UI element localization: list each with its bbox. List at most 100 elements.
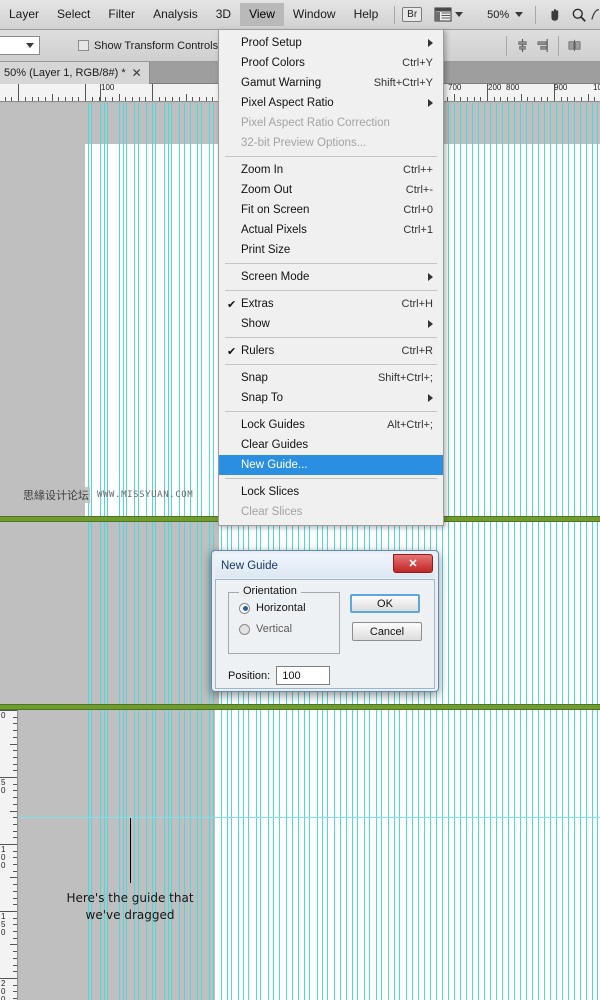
vertical-guide[interactable] — [184, 710, 185, 1000]
vertical-guide[interactable] — [490, 710, 491, 1000]
vertical-guide[interactable] — [466, 710, 467, 1000]
vertical-guide[interactable] — [484, 103, 485, 517]
vertical-guide[interactable] — [454, 103, 455, 517]
vertical-guide[interactable] — [91, 710, 92, 1000]
vertical-guide[interactable] — [562, 522, 563, 704]
vertical-guide[interactable] — [155, 522, 156, 704]
menu-item-proof-setup[interactable]: Proof Setup — [219, 33, 443, 53]
vertical-guide[interactable] — [227, 710, 228, 1000]
vertical-guide[interactable] — [197, 710, 198, 1000]
vertical-guide[interactable] — [478, 103, 479, 517]
vertical-guide[interactable] — [418, 710, 419, 1000]
hand-icon[interactable] — [547, 6, 563, 24]
vertical-guide[interactable] — [562, 710, 563, 1000]
vertical-guide[interactable] — [532, 103, 533, 517]
vertical-guide[interactable] — [152, 103, 153, 517]
vertical-guide[interactable] — [484, 710, 485, 1000]
vertical-guide[interactable] — [430, 710, 431, 1000]
menu-filter[interactable]: Filter — [99, 3, 144, 26]
radio-horizontal-input[interactable] — [239, 602, 250, 614]
vertical-guide[interactable] — [88, 103, 89, 517]
vertical-guide[interactable] — [568, 103, 569, 517]
vertical-guide[interactable] — [88, 710, 89, 1000]
vertical-guide[interactable] — [592, 103, 593, 517]
vertical-guide[interactable] — [550, 710, 551, 1000]
document-tab[interactable]: 50% (Layer 1, RGB/8#) * ✕ — [0, 62, 150, 84]
menu-item-gamut-warning[interactable]: Gamut Warning Shift+Ctrl+Y — [219, 73, 443, 93]
vertical-guide[interactable] — [556, 103, 557, 517]
menu-item-snap[interactable]: Snap Shift+Ctrl+; — [219, 368, 443, 388]
vertical-guide[interactable] — [209, 522, 210, 704]
chevron-down-icon[interactable] — [455, 12, 464, 17]
vertical-guide[interactable] — [221, 710, 222, 1000]
distribute-horizontal-icon[interactable] — [567, 38, 582, 53]
vertical-guide[interactable] — [119, 103, 120, 517]
vertical-guide[interactable] — [104, 103, 105, 517]
vertical-guide[interactable] — [478, 710, 479, 1000]
vertical-guide[interactable] — [364, 710, 365, 1000]
vertical-guide[interactable] — [334, 710, 335, 1000]
vertical-guide[interactable] — [580, 103, 581, 517]
menu-item-clear-guides[interactable]: Clear Guides — [219, 435, 443, 455]
menu-item-fit-on-screen[interactable]: Fit on Screen Ctrl+0 — [219, 200, 443, 220]
menu-item-zoom-out[interactable]: Zoom Out Ctrl+- — [219, 180, 443, 200]
menu-item-print-size[interactable]: Print Size — [219, 240, 443, 260]
vertical-guide[interactable] — [179, 522, 180, 704]
vertical-guide[interactable] — [100, 103, 101, 517]
vertical-guide[interactable] — [268, 710, 269, 1000]
vertical-guide[interactable] — [496, 522, 497, 704]
canvas-stage-lower[interactable]: Here's the guide that we've dragged — [19, 710, 600, 1000]
vertical-guide[interactable] — [406, 710, 407, 1000]
vertical-guide[interactable] — [538, 103, 539, 517]
menu-layer[interactable]: Layer — [0, 3, 48, 26]
vertical-guide[interactable] — [164, 710, 165, 1000]
vertical-guide[interactable] — [357, 710, 358, 1000]
vertical-guide[interactable] — [126, 710, 127, 1000]
bridge-icon[interactable]: Br — [402, 7, 423, 22]
vertical-guide[interactable] — [201, 522, 202, 704]
vertical-guide[interactable] — [490, 522, 491, 704]
vertical-guide[interactable] — [442, 522, 443, 704]
vertical-guide[interactable] — [412, 710, 413, 1000]
vertical-guide[interactable] — [171, 710, 172, 1000]
vertical-guide[interactable] — [152, 522, 153, 704]
vertical-guide[interactable] — [346, 710, 347, 1000]
vertical-guide[interactable] — [532, 710, 533, 1000]
align-mode-select[interactable]: o — [0, 36, 40, 55]
vertical-guide[interactable] — [514, 103, 515, 517]
vertical-guide[interactable] — [190, 522, 191, 704]
vertical-guide[interactable] — [91, 522, 92, 704]
vertical-guide[interactable] — [544, 710, 545, 1000]
radio-vertical-input[interactable] — [239, 623, 250, 635]
vertical-guide[interactable] — [496, 710, 497, 1000]
align-mode-chevron-down-icon[interactable] — [26, 43, 34, 48]
vertical-guide[interactable] — [138, 522, 139, 704]
vertical-guide[interactable] — [466, 103, 467, 517]
vertical-guide[interactable] — [138, 103, 139, 517]
vertical-guide[interactable] — [134, 710, 135, 1000]
vertical-guide[interactable] — [340, 710, 341, 1000]
menu-item-rulers[interactable]: ✔ Rulers Ctrl+R — [219, 341, 443, 361]
vertical-guide[interactable] — [197, 103, 198, 517]
vertical-guide[interactable] — [424, 710, 425, 1000]
vertical-guide[interactable] — [460, 710, 461, 1000]
vertical-guide[interactable] — [91, 103, 92, 517]
menu-view[interactable]: View — [240, 3, 284, 26]
vertical-guide[interactable] — [526, 710, 527, 1000]
vertical-guide[interactable] — [171, 103, 172, 517]
vertical-guide[interactable] — [327, 710, 328, 1000]
show-transform-checkbox[interactable] — [78, 40, 89, 51]
vertical-guide[interactable] — [146, 710, 147, 1000]
vertical-guide[interactable] — [538, 710, 539, 1000]
vertical-guide[interactable] — [388, 710, 389, 1000]
vertical-guide[interactable] — [448, 522, 449, 704]
vertical-guide[interactable] — [155, 103, 156, 517]
cancel-button[interactable]: Cancel — [352, 622, 422, 641]
vertical-guide[interactable] — [520, 710, 521, 1000]
vertical-guide[interactable] — [123, 522, 124, 704]
vertical-guide[interactable] — [146, 522, 147, 704]
view-dropdown-menu[interactable]: Proof Setup Proof Colors Ctrl+Y Gamut Warni… — [218, 29, 444, 526]
vertical-guide[interactable] — [436, 710, 437, 1000]
vertical-guide[interactable] — [107, 522, 108, 704]
vertical-guide[interactable] — [496, 103, 497, 517]
